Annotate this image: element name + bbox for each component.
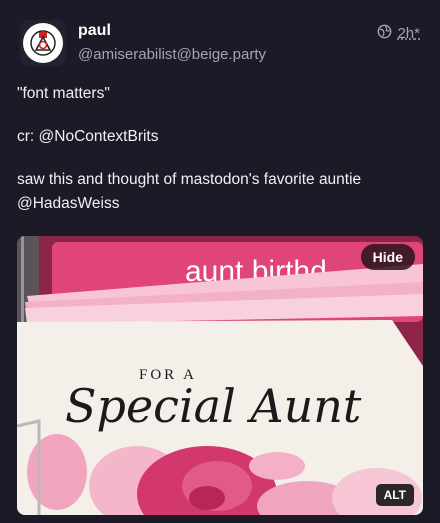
avatar[interactable] <box>20 20 66 66</box>
status-post: paul @amiserabilist@beige.party 2h* "fon… <box>0 0 440 523</box>
hide-media-button[interactable]: Hide <box>360 244 415 270</box>
avatar-logo <box>23 23 63 63</box>
post-paragraph: "font matters" <box>17 85 110 102</box>
globe-icon <box>377 24 392 43</box>
author-handle[interactable]: @amiserabilist@beige.party <box>78 46 266 63</box>
attachment-image: aunt birthd FOR A Special Aunt <box>17 236 423 515</box>
author-display-name[interactable]: paul <box>78 22 111 40</box>
alt-text-badge[interactable]: ALT <box>375 484 414 506</box>
card-script-text: Special Aunt <box>65 379 362 433</box>
media-attachment[interactable]: aunt birthd FOR A Special Aunt Hide ALT <box>17 236 423 515</box>
post-meta: 2h* <box>377 24 420 43</box>
post-content: "font matters" cr: @NoContextBrits saw t… <box>17 82 423 235</box>
post-paragraph: cr: @NoContextBrits <box>17 128 159 145</box>
post-timestamp[interactable]: 2h* <box>397 25 420 42</box>
post-paragraph: saw this and thought of mastodon's favor… <box>17 171 362 212</box>
